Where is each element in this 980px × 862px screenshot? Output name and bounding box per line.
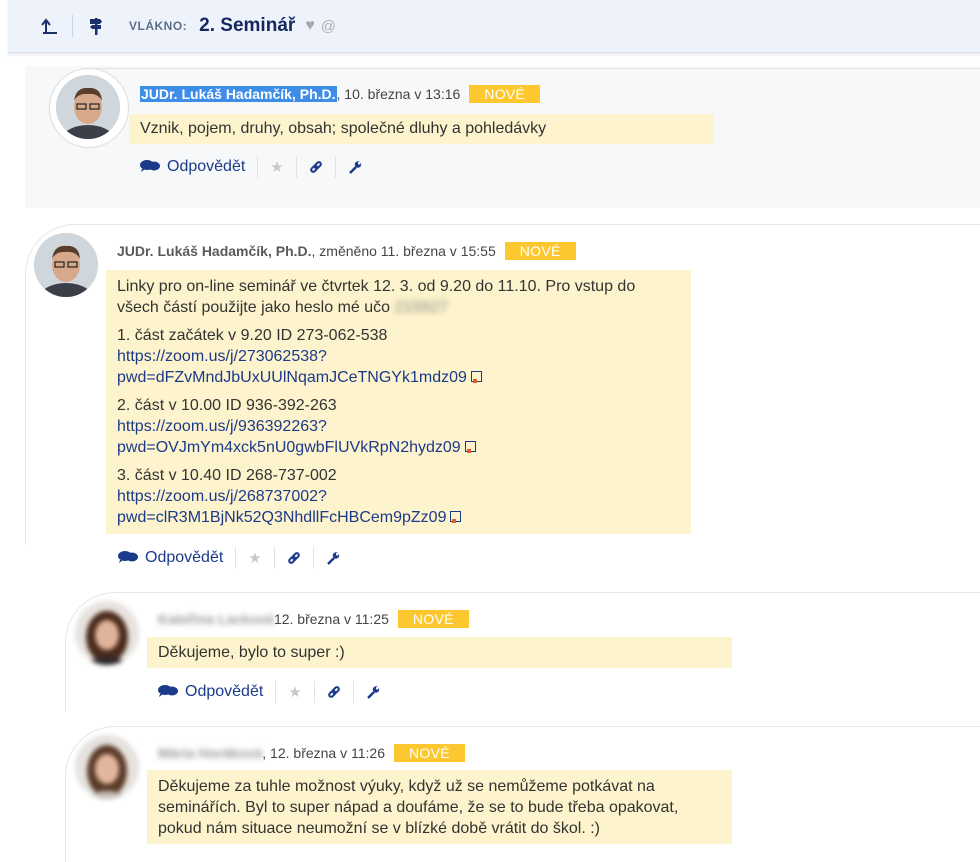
post-text: Děkujeme, bylo to super :) (158, 644, 345, 661)
link-icon[interactable] (287, 551, 301, 565)
author-name[interactable]: Mária Horáková (158, 745, 262, 761)
divider (352, 681, 354, 703)
new-badge: NOVÉ (469, 85, 541, 103)
author-name[interactable]: JUDr. Lukáš Hadamčík, Ph.D. (140, 86, 337, 102)
reply-button[interactable]: Odpovědět (140, 158, 245, 177)
divider (313, 681, 315, 703)
divider (275, 681, 277, 703)
thread-label: VLÁKNO: (129, 19, 188, 33)
post-date: , změněno 11. března v 15:55 (311, 243, 496, 259)
divider (312, 547, 314, 569)
reply-label: Odpovědět (167, 158, 246, 175)
link-icon[interactable] (327, 685, 341, 699)
wrench-icon[interactable] (326, 551, 340, 565)
thread-header: VLÁKNO: 2. Seminář ♥ @ (8, 0, 980, 53)
wrench-icon[interactable] (366, 685, 380, 699)
blurred-password: 215927 (394, 299, 448, 316)
author-name[interactable]: Kateřina Lacková (158, 611, 274, 627)
divider (235, 547, 237, 569)
comments-icon (140, 158, 160, 177)
session-title: 2. část v 10.00 ID 936-392-263 (117, 397, 337, 414)
post-actions: Odpovědět ★ (158, 681, 380, 703)
avatar[interactable] (75, 601, 139, 665)
post-meta: JUDr. Lukáš Hadamčík, Ph.D. , 10. března… (140, 85, 541, 103)
external-link-icon (464, 441, 476, 453)
divider (273, 547, 275, 569)
link-icon[interactable] (309, 160, 323, 174)
post-date: , 10. března v 13:16 (336, 86, 461, 102)
post-body: Děkujeme, bylo to super :) (147, 637, 732, 668)
post-intro-text: Linky pro on-line seminář ve čtvrtek 12.… (117, 278, 636, 316)
post-text: Vznik, pojem, druhy, obsah; společné dlu… (140, 120, 547, 137)
new-badge: NOVÉ (397, 610, 469, 628)
at-icon[interactable]: @ (321, 18, 336, 35)
post-actions: Odpovědět ★ (118, 547, 340, 569)
post-body: Děkujeme za tuhle možnost výuky, když už… (147, 770, 732, 844)
external-link-icon (450, 511, 462, 523)
post-text: Děkujeme za tuhle možnost výuky, když už… (158, 778, 679, 837)
session-part: 1. část začátek v 9.20 ID 273-062-538 ht… (117, 325, 680, 388)
thread-title: 2. Seminář (199, 15, 296, 36)
external-link-icon (470, 371, 482, 383)
divider (257, 156, 259, 178)
post-actions: Odpovědět ★ (140, 156, 362, 178)
post-date: 12. března v 11:25 (273, 611, 389, 627)
avatar[interactable] (34, 233, 98, 297)
post-meta: JUDr. Lukáš Hadamčík, Ph.D. , změněno 11… (117, 242, 576, 260)
wrench-icon[interactable] (348, 160, 362, 174)
reply-label: Odpovědět (145, 549, 224, 566)
signpost-icon[interactable] (79, 9, 113, 43)
reply-button[interactable]: Odpovědět (118, 549, 223, 568)
zoom-link[interactable]: https://zoom.us/j/273062538? pwd=dFZvMndJ… (117, 348, 467, 386)
session-part: 2. část v 10.00 ID 936-392-263 https://z… (117, 395, 680, 458)
heart-icon[interactable]: ♥ (305, 17, 315, 35)
avatar[interactable] (75, 735, 139, 799)
star-icon[interactable]: ★ (248, 549, 261, 567)
new-badge: NOVÉ (394, 744, 465, 762)
avatar[interactable] (56, 75, 120, 139)
session-title: 1. část začátek v 9.20 ID 273-062-538 (117, 327, 388, 344)
new-badge: NOVÉ (504, 242, 576, 260)
post-meta: Kateřina Lacková 12. března v 11:25 NOVÉ (158, 610, 469, 628)
divider (334, 156, 336, 178)
session-title: 3. část v 10.40 ID 268-737-002 (117, 467, 337, 484)
post-date: , 12. března v 11:26 (262, 745, 385, 761)
divider (295, 156, 297, 178)
up-arrow-icon[interactable] (32, 9, 66, 43)
star-icon[interactable]: ★ (270, 158, 283, 176)
divider (72, 15, 73, 37)
reply-button[interactable]: Odpovědět (158, 683, 263, 702)
post-intro: Linky pro on-line seminář ve čtvrtek 12.… (117, 276, 680, 318)
post-body: Linky pro on-line seminář ve čtvrtek 12.… (106, 270, 691, 534)
zoom-link[interactable]: https://zoom.us/j/936392263? pwd=OVJmYm4x… (117, 418, 461, 456)
comments-icon (118, 549, 138, 568)
author-name[interactable]: JUDr. Lukáš Hadamčík, Ph.D. (117, 243, 312, 259)
post-body: Vznik, pojem, druhy, obsah; společné dlu… (129, 114, 714, 144)
session-part: 3. část v 10.40 ID 268-737-002 https://z… (117, 465, 680, 528)
reply-label: Odpovědět (185, 683, 264, 700)
comments-icon (158, 683, 178, 702)
zoom-link[interactable]: https://zoom.us/j/268737002? pwd=clR3M1Bj… (117, 488, 446, 526)
post-meta: Mária Horáková , 12. března v 11:26 NOVÉ (158, 744, 465, 762)
star-icon[interactable]: ★ (288, 683, 301, 701)
